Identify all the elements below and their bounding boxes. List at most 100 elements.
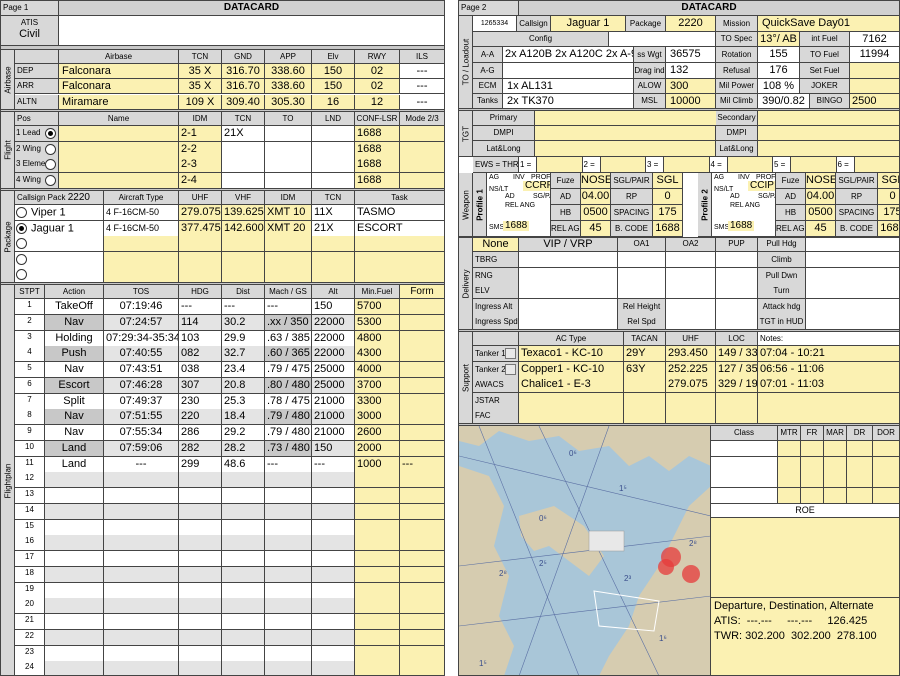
package-vhf-cell[interactable] <box>222 236 265 253</box>
ews-field[interactable] <box>727 157 773 173</box>
dmpi-value-1[interactable] <box>535 126 716 141</box>
airbase-tcn-cell[interactable]: 35 X <box>179 79 222 95</box>
delivery-oa2-field[interactable] <box>666 298 716 315</box>
fp-cell-6[interactable]: 22000 <box>312 314 355 331</box>
fp-cell-5[interactable] <box>265 535 312 552</box>
fp-cell-7[interactable]: 3700 <box>355 377 400 394</box>
profile-mode-grid[interactable]: AGINVPROF1CCIPNS/LTADSG/PAREL ANGSMS1688 <box>712 173 776 237</box>
fp-cell-5[interactable]: .80 / 480 <box>265 377 312 394</box>
fp-cell-8[interactable] <box>400 629 444 646</box>
fp-cell-1[interactable] <box>45 535 104 552</box>
support-loc-cell[interactable]: 127 / 350 <box>716 361 758 378</box>
fp-cell-5[interactable] <box>265 614 312 630</box>
fp-cell-4[interactable] <box>222 472 265 489</box>
rotation-value[interactable]: 155 <box>758 47 800 63</box>
fp-cell-8[interactable] <box>400 314 444 331</box>
fp-cell-8[interactable] <box>400 519 444 536</box>
fp-cell-1[interactable]: Land <box>45 440 104 457</box>
fp-cell-4[interactable]: 32.7 <box>222 346 265 363</box>
package-idm-cell[interactable] <box>265 251 312 268</box>
airbase-gnd-cell[interactable]: 316.70 <box>222 64 265 79</box>
fp-cell-1[interactable]: Nav <box>45 425 104 441</box>
flight-idm-cell[interactable]: 2-2 <box>179 141 222 158</box>
fp-cell-2[interactable]: 07:29:34-35:34 <box>104 330 179 347</box>
fp-cell-4[interactable] <box>222 503 265 520</box>
fp-cell-7[interactable] <box>355 519 400 536</box>
fp-cell-6[interactable]: 150 <box>312 299 355 315</box>
delivery-right-field[interactable] <box>806 252 899 268</box>
ews-field[interactable] <box>791 157 837 173</box>
fp-cell-8[interactable] <box>400 551 444 567</box>
fp-cell-5[interactable]: .79 / 480 <box>265 425 312 441</box>
package-task-cell[interactable]: TASMO <box>355 205 444 221</box>
delivery-pup-field[interactable] <box>716 252 758 268</box>
fp-cell-5[interactable]: .xx / 350 <box>265 314 312 331</box>
fp-cell-1[interactable] <box>45 629 104 646</box>
fp-cell-6[interactable]: 22000 <box>312 346 355 363</box>
fp-cell-3[interactable] <box>179 598 222 615</box>
flight-conf-cell[interactable]: 1688 <box>355 173 400 190</box>
fp-cell-3[interactable]: 220 <box>179 409 222 426</box>
fp-cell-2[interactable] <box>104 598 179 615</box>
support-loc-cell[interactable]: 149 / 330 <box>716 346 758 362</box>
fp-cell-7[interactable] <box>355 629 400 646</box>
fp-cell-8[interactable] <box>400 330 444 347</box>
alow-value[interactable]: 300 <box>666 79 716 94</box>
fp-cell-8[interactable] <box>400 425 444 441</box>
fp-cell-4[interactable]: 30.2 <box>222 314 265 331</box>
fp-cell-1[interactable] <box>45 661 104 675</box>
fp-cell-6[interactable] <box>312 661 355 675</box>
delivery-right-field[interactable] <box>806 314 899 331</box>
fp-cell-6[interactable] <box>312 488 355 504</box>
delivery-vip-field[interactable] <box>519 298 618 315</box>
support-uhf-cell[interactable]: 293.450 <box>666 346 716 362</box>
package-type-cell[interactable] <box>104 236 179 253</box>
fp-cell-4[interactable]: 29.2 <box>222 425 265 441</box>
fp-cell-4[interactable] <box>222 645 265 662</box>
support-uhf-cell[interactable]: 279.075 <box>666 377 716 394</box>
fp-cell-3[interactable] <box>179 566 222 583</box>
package-callsign-cell[interactable] <box>15 267 104 284</box>
support-tacan-cell[interactable] <box>624 377 666 394</box>
flight-tcn-cell[interactable] <box>222 141 265 158</box>
airbase-ils-cell[interactable]: --- <box>400 64 444 79</box>
threat-cell[interactable] <box>847 441 873 457</box>
fp-cell-7[interactable]: 4800 <box>355 330 400 347</box>
package-number[interactable]: 2220 <box>68 192 90 203</box>
fp-cell-4[interactable]: 23.4 <box>222 362 265 378</box>
fp-cell-3[interactable]: 230 <box>179 393 222 410</box>
map-chart[interactable]: 0⁶ 1⁵ 2⁸ 2⁵ 2³ 1⁶ 1⁵ 0⁶ 2⁸ <box>459 426 711 676</box>
mission-value[interactable]: QuickSave Day01 <box>758 16 899 32</box>
fp-cell-1[interactable] <box>45 519 104 536</box>
callsign-value[interactable]: Jaguar 1 <box>551 16 626 32</box>
fp-cell-2[interactable] <box>104 629 179 646</box>
fp-cell-4[interactable]: 48.6 <box>222 456 265 473</box>
fp-cell-7[interactable] <box>355 598 400 615</box>
fp-cell-1[interactable] <box>45 598 104 615</box>
fp-cell-3[interactable] <box>179 551 222 567</box>
fp-cell-5[interactable]: --- <box>265 456 312 473</box>
fp-cell-2[interactable] <box>104 614 179 630</box>
package-idm-cell[interactable]: XMT 10 <box>265 205 312 221</box>
package-task-cell[interactable]: ESCORT <box>355 220 444 237</box>
flight-conf-cell[interactable]: 1688 <box>355 126 400 142</box>
package-type-cell[interactable] <box>104 251 179 268</box>
support-note-cell[interactable]: 07:04 - 10:21 <box>758 346 899 362</box>
flight-radio[interactable] <box>45 175 56 187</box>
fp-cell-4[interactable] <box>222 629 265 646</box>
flight-tcn-cell[interactable] <box>222 173 265 190</box>
flight-tcn-cell[interactable] <box>222 157 265 174</box>
fp-cell-2[interactable]: 07:51:55 <box>104 409 179 426</box>
profile-sgl[interactable]: SGL <box>653 173 683 189</box>
fp-cell-8[interactable] <box>400 582 444 599</box>
threat-cell[interactable] <box>873 487 899 504</box>
fp-cell-3[interactable] <box>179 503 222 520</box>
fp-cell-6[interactable] <box>312 566 355 583</box>
fp-cell-8[interactable]: --- <box>400 456 444 473</box>
flight-lnd-cell[interactable] <box>312 173 355 190</box>
delivery-oa2-field[interactable] <box>666 267 716 284</box>
flight-to-cell[interactable] <box>265 173 312 190</box>
fp-cell-1[interactable] <box>45 614 104 630</box>
support-ac-cell[interactable] <box>519 392 624 409</box>
fp-cell-1[interactable]: Nav <box>45 362 104 378</box>
